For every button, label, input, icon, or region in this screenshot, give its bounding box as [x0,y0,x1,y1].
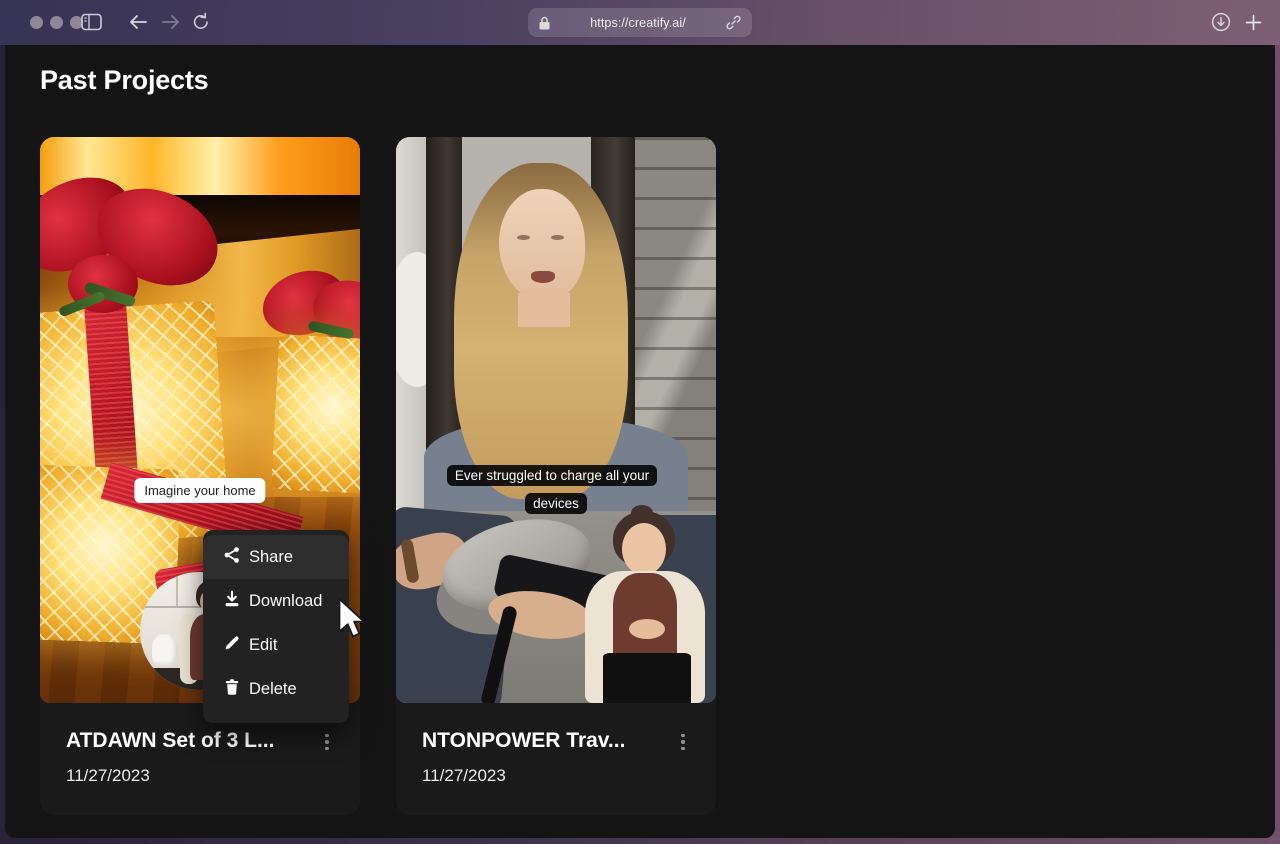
more-options-icon[interactable] [674,729,692,753]
project-title: NTONPOWER Trav... [422,729,626,752]
project-card-ntonpower[interactable]: Ever struggled to charge all your device… [396,137,716,815]
art-shape [518,293,570,327]
download-icon [223,589,241,613]
art-shape [603,653,691,703]
window-close-button[interactable] [30,16,43,29]
browser-toolbar: https://creatify.ai/ [0,0,1280,45]
menu-item-label: Edit [249,635,278,654]
gift-box-art [271,334,360,495]
back-icon[interactable] [128,14,148,30]
presenter-overlay [561,505,716,703]
art-shape [531,271,555,283]
art-shape [499,189,585,301]
downloads-icon[interactable] [1211,12,1231,32]
edit-icon [223,634,241,657]
art-shape [551,235,564,240]
kettle-art [152,634,178,666]
window-minimize-button[interactable] [50,16,63,29]
project-thumbnail[interactable]: Ever struggled to charge all your device… [396,137,716,703]
art-shape [613,573,677,655]
mouse-cursor [337,598,367,644]
sidebar-toggle-icon[interactable] [81,13,102,31]
screenshot-root: { "browser": { "url": "https://creatify.… [0,0,1280,844]
page-title: Past Projects [40,65,209,95]
forward-icon[interactable] [161,14,181,30]
project-date: 11/27/2023 [66,766,150,785]
lock-icon [539,16,550,30]
address-bar[interactable]: https://creatify.ai/ [528,8,752,37]
menu-item-edit[interactable]: Edit [203,623,349,667]
card-footer: NTONPOWER Trav... 11/27/2023 [396,703,716,815]
menu-item-label: Download [249,591,323,610]
share-icon [223,546,241,569]
art-shape [629,619,665,639]
menu-item-download[interactable]: Download [203,579,349,623]
page-content: Past Projects Imagine your home Share Do… [5,45,1275,838]
art-shape [176,572,178,606]
menu-item-label: Delete [249,679,297,698]
art-shape [517,235,530,240]
project-card-atdawn[interactable]: Imagine your home Share Download Edit De… [40,137,360,815]
url-text[interactable]: https://creatify.ai/ [550,16,726,30]
menu-item-delete[interactable]: Delete [203,667,349,711]
video-caption: Imagine your home [134,478,266,503]
project-title: ATDAWN Set of 3 L... [66,729,275,752]
menu-item-share[interactable]: Share [203,535,349,579]
new-tab-icon[interactable] [1245,14,1262,31]
link-icon[interactable] [726,15,741,30]
project-date: 11/27/2023 [422,766,506,785]
context-menu: Share Download Edit Delete [203,530,349,723]
delete-icon [223,678,241,701]
video-caption: Ever struggled to charge all your device… [430,462,682,518]
reload-icon[interactable] [191,12,211,32]
art-shape [622,523,666,575]
more-options-icon[interactable] [318,729,336,753]
menu-item-label: Share [249,547,294,566]
